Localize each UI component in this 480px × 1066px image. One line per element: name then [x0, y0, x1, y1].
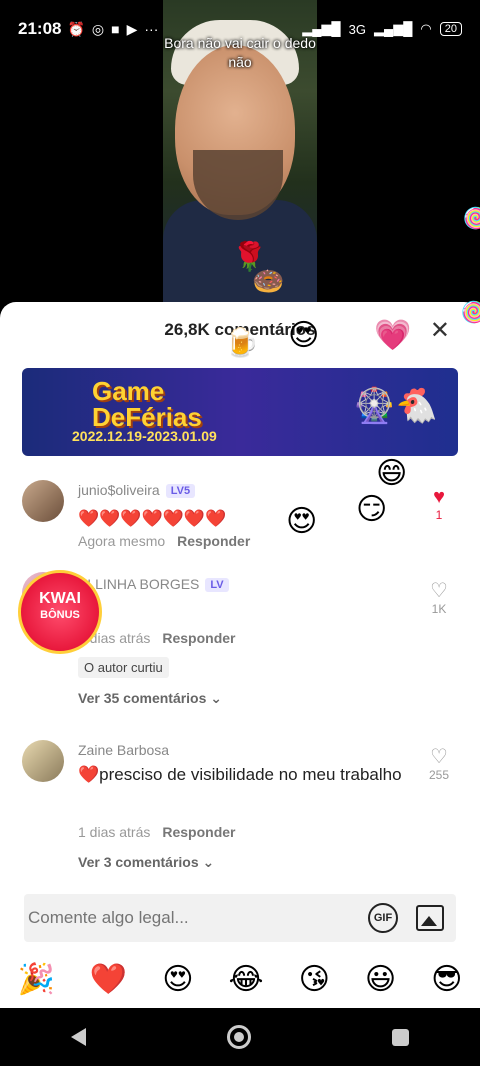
- reply-button[interactable]: Responder: [177, 533, 250, 549]
- heart-filled-icon: ♥: [433, 486, 445, 508]
- home-icon[interactable]: [226, 1025, 251, 1049]
- reply-button[interactable]: Responder: [162, 630, 235, 646]
- comment-text: ❤️: [78, 594, 410, 624]
- network-type: 3G: [348, 21, 366, 37]
- comment-username[interactable]: Zaine Barbosa: [78, 742, 169, 758]
- video-icon: ■: [111, 21, 120, 37]
- system-nav-bar: [0, 1008, 480, 1066]
- battery-icon: 20: [439, 22, 462, 36]
- emoji-sunglasses[interactable]: 😎: [431, 962, 462, 997]
- wifi-icon: ◠: [420, 21, 432, 36]
- comment-username[interactable]: ELLINHA BORGES LV: [78, 576, 229, 593]
- more-dots-icon: ···: [144, 21, 159, 37]
- emoji-heart-eyes[interactable]: 😍: [162, 962, 193, 997]
- like-button[interactable]: ♡ 255: [424, 746, 454, 782]
- comment-meta: 1 dias atrás Responder: [78, 630, 236, 646]
- kwai-bonus-line2: BÔNUS: [40, 609, 80, 621]
- username-text: junio$oliveira: [78, 482, 160, 498]
- chevron-down-icon: ⌄: [210, 690, 223, 706]
- floating-emoji: 💗: [374, 319, 412, 352]
- comment-username[interactable]: junio$oliveira LV5: [78, 482, 196, 499]
- like-count: 1: [435, 508, 443, 522]
- emoji-row: 🎉 ❤️ 😍 😂 😘 😃 😎: [0, 962, 480, 997]
- comment-input-bar: GIF: [24, 894, 456, 942]
- heart-outline-icon: ♡: [430, 746, 448, 768]
- image-icon[interactable]: [416, 905, 444, 931]
- view-replies-button[interactable]: Ver 35 comentários ⌄: [78, 690, 222, 707]
- like-button[interactable]: ♡ 1K: [424, 580, 454, 616]
- comment-time: 1 dias atrás: [78, 824, 151, 840]
- username-text: ELLINHA BORGES: [78, 576, 200, 592]
- like-count: 1K: [431, 602, 447, 616]
- avatar[interactable]: [22, 480, 64, 522]
- reply-button[interactable]: Responder: [162, 824, 235, 840]
- heart-outline-icon: ♡: [430, 580, 448, 602]
- like-button[interactable]: ♥ 1: [424, 486, 454, 522]
- floating-emoji: 😏: [356, 493, 388, 526]
- status-bar: 21:08 ⏰ ◎ ■ ▶ ··· ▂▄▆█ 3G ▂▄▆█ ◠ 20: [0, 0, 480, 58]
- signal-icon-2: ▂▄▆█: [373, 21, 413, 36]
- kwai-bonus-button[interactable]: KWAI BÔNUS: [18, 570, 102, 654]
- game-banner[interactable]: Game DeFérias 2022.12.19-2023.01.09 🎡🐔: [22, 368, 458, 456]
- emoji-kiss[interactable]: 😘: [299, 962, 330, 997]
- floating-emoji: 🍭: [462, 206, 480, 236]
- chrome-icon: ◎: [91, 20, 105, 37]
- banner-decoration-icon: 🎡🐔: [353, 387, 438, 425]
- recent-apps-icon[interactable]: [392, 1028, 410, 1046]
- floating-emoji: 😄: [376, 457, 408, 490]
- emoji-kwai[interactable]: 🎉: [18, 962, 55, 997]
- signal-icon: ▂▄▆█: [302, 21, 341, 36]
- emoji-heart[interactable]: ❤️: [90, 962, 127, 997]
- chevron-down-icon: ⌄: [202, 854, 215, 870]
- comment-text: ❤️presciso de visibilidade no meu trabal…: [78, 765, 402, 784]
- floating-emoji: 🍺: [224, 327, 259, 358]
- status-time: 21:08: [18, 19, 62, 38]
- floating-emoji: 😍: [286, 505, 318, 538]
- back-icon[interactable]: [70, 1028, 86, 1046]
- comment-time: Agora mesmo: [78, 533, 166, 549]
- alarm-icon: ⏰: [67, 20, 85, 37]
- floating-emoji: 🍩: [252, 266, 285, 296]
- floating-emoji: 🍭: [460, 300, 480, 330]
- emoji-smile[interactable]: 😃: [365, 962, 396, 997]
- like-count: 255: [428, 768, 450, 782]
- comment-meta: Agora mesmo Responder: [78, 533, 250, 549]
- close-icon[interactable]: ✕: [430, 316, 450, 345]
- gif-button[interactable]: GIF: [368, 903, 398, 933]
- comment-meta: 1 dias atrás Responder: [78, 824, 236, 840]
- view-replies-button[interactable]: Ver 3 comentários ⌄: [78, 854, 214, 871]
- banner-title: Game DeFérias: [92, 378, 202, 430]
- banner-date: 2022.12.19-2023.01.09: [72, 428, 217, 444]
- emoji-laughing[interactable]: 😂: [229, 962, 264, 997]
- youtube-icon: ▶: [126, 20, 138, 37]
- comments-sheet: 26,8K comentários ✕ Game DeFérias 2022.1…: [0, 302, 480, 1008]
- kwai-bonus-line1: KWAI: [39, 590, 81, 607]
- avatar[interactable]: [22, 740, 64, 782]
- author-liked-badge: O autor curtiu: [78, 657, 169, 678]
- view-replies-label: Ver 35 comentários: [78, 690, 207, 706]
- level-badge: LV: [205, 578, 229, 593]
- level-badge: LV5: [165, 484, 196, 499]
- view-replies-label: Ver 3 comentários: [78, 854, 199, 870]
- floating-emoji: 😍: [288, 319, 320, 352]
- comment-input[interactable]: [28, 908, 368, 928]
